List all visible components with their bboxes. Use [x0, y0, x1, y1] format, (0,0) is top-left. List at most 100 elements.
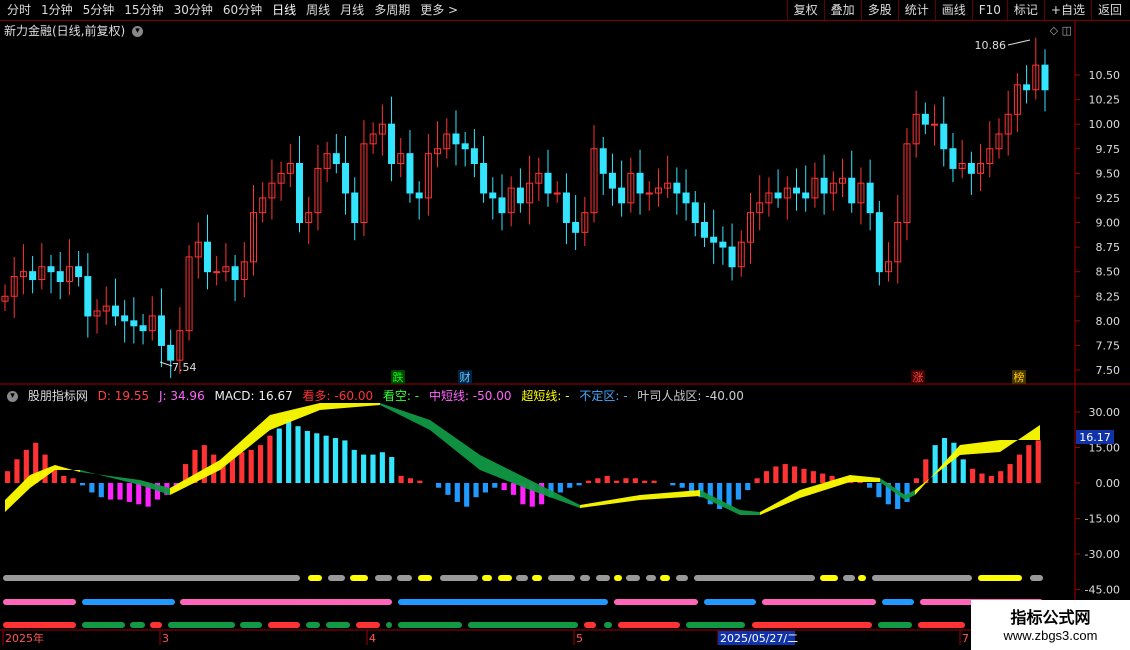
macd-bar: [604, 475, 610, 483]
macd-bar: [79, 483, 86, 486]
macd-bar: [745, 483, 751, 491]
status-dot-row-1: [532, 575, 542, 581]
candle-body: [608, 172, 616, 189]
indicator-tick-label: -15.00: [1085, 513, 1120, 526]
candle-body: [636, 172, 644, 194]
status-dot-row-3: [686, 622, 745, 628]
price-tick-label: 10.00: [1089, 118, 1121, 131]
macd-bar: [14, 459, 20, 483]
event-marker: 跌: [393, 370, 404, 384]
status-dot-row-2: [882, 599, 914, 605]
price-tick-label: 9.50: [1096, 167, 1121, 180]
status-dot-row-1: [482, 575, 492, 581]
status-dot-row-3: [268, 622, 300, 628]
macd-bar: [576, 483, 582, 486]
candle-body: [29, 271, 37, 281]
macd-bar: [323, 435, 329, 483]
candle-body: [296, 163, 304, 223]
status-dot-row-3: [240, 622, 262, 628]
status-dot-row-1: [498, 575, 512, 581]
candle-body: [921, 113, 929, 125]
price-tick-label: 9.75: [1096, 143, 1121, 156]
price-tick-label: 10.25: [1089, 94, 1121, 107]
date-label: 5: [576, 632, 583, 645]
candle-body: [157, 315, 165, 346]
date-label: 2025年: [5, 631, 44, 645]
status-dot-row-1: [397, 575, 412, 581]
event-marker: 涨: [913, 371, 924, 384]
price-tick-label: 7.75: [1096, 339, 1121, 352]
status-dot-row-1: [516, 575, 528, 581]
macd-bar: [1007, 464, 1013, 483]
macd-bar: [792, 466, 798, 483]
status-dot-row-1: [820, 575, 838, 581]
candle-body: [967, 163, 975, 174]
macd-bar: [951, 442, 957, 483]
macd-bar: [304, 430, 310, 483]
macd-bar: [651, 480, 657, 483]
price-tick-label: 8.50: [1096, 266, 1121, 279]
macd-bar: [61, 475, 67, 483]
status-dot-row-3: [326, 622, 350, 628]
status-dot-row-3: [130, 622, 145, 628]
candle-body: [489, 192, 497, 199]
status-dot-row-1: [596, 575, 610, 581]
macd-bar: [117, 483, 123, 500]
macd-bar: [557, 483, 563, 493]
status-dot-row-3: [584, 622, 596, 628]
macd-bar: [501, 483, 507, 491]
indicator-tick-label: -30.00: [1085, 548, 1120, 561]
macd-bar: [389, 456, 395, 483]
status-dot-row-3: [468, 622, 578, 628]
status-dot-row-2: [762, 599, 876, 605]
candle-body: [820, 177, 828, 194]
status-dot-row-1: [580, 575, 590, 581]
candle-body: [203, 241, 211, 273]
candle-body: [562, 192, 570, 223]
candle-body: [866, 182, 874, 214]
price-tick-label: 9.00: [1096, 217, 1121, 230]
macd-bar: [454, 483, 460, 502]
status-dot-row-3: [306, 622, 320, 628]
macd-bar: [810, 471, 816, 483]
status-dot-row-1: [440, 575, 478, 581]
status-dot-row-3: [3, 622, 76, 628]
status-dot-row-1: [843, 575, 855, 581]
chart-canvas[interactable]: 10.50 10.25 10.00 9.75 9.50 9.25 9.00 8.75 8.50 8…: [0, 0, 1130, 650]
candle-body: [848, 177, 856, 204]
candle-body: [121, 315, 129, 322]
price-tick-label: 10.50: [1089, 69, 1121, 82]
status-dot-row-1: [872, 575, 972, 581]
indicator-ribbon: [380, 403, 580, 508]
candle-body: [470, 148, 478, 164]
status-dot-row-2: [704, 599, 756, 605]
macd-bar: [642, 480, 648, 483]
candle-body: [213, 271, 221, 274]
macd-bar: [239, 452, 245, 483]
candle-body: [498, 197, 506, 214]
indicator-ribbon: [580, 490, 700, 508]
candle-body: [700, 222, 708, 238]
candle-body: [728, 246, 736, 268]
status-dot-row-1: [626, 575, 640, 581]
high-price-label: 10.86: [975, 39, 1007, 52]
macd-bar: [1016, 454, 1023, 483]
macd-bar: [632, 478, 638, 483]
status-dot-row-1: [308, 575, 322, 581]
status-dot-row-3: [398, 622, 462, 628]
status-dot-row-1: [375, 575, 392, 581]
macd-bar: [1035, 440, 1041, 483]
macd-bar: [407, 478, 414, 483]
status-dot-row-1: [418, 575, 432, 581]
indicator-ribbon: [170, 403, 380, 495]
current-value-label: 16.17: [1079, 431, 1111, 444]
macd-bar: [379, 452, 385, 483]
status-dot-row-1: [3, 575, 300, 581]
price-tick-label: 8.00: [1096, 315, 1121, 328]
macd-bar: [435, 483, 442, 488]
status-dot-row-3: [918, 622, 965, 628]
candle-body: [130, 320, 138, 327]
price-tick-label: 9.25: [1096, 192, 1121, 205]
macd-bar: [763, 471, 770, 483]
macd-bar: [1026, 445, 1032, 483]
